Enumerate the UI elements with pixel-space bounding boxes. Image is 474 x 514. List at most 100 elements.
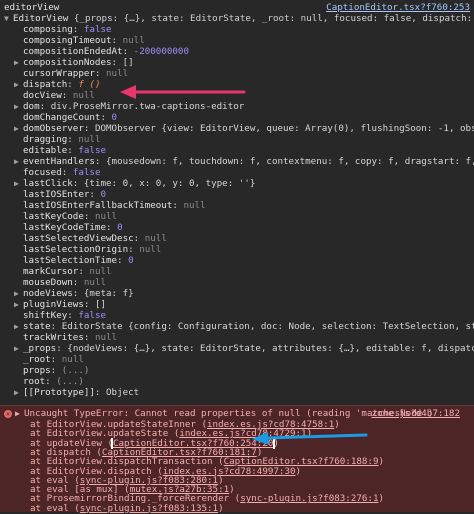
- object-type: EditorView: [13, 13, 69, 24]
- key-separator: :: [83, 211, 95, 222]
- key-separator: :: [83, 123, 95, 134]
- key-separator: :: [61, 167, 73, 178]
- property-key: composing: [23, 24, 73, 35]
- expand-triangle-icon[interactable]: ▶: [14, 288, 23, 299]
- property-key: dom: [23, 101, 40, 112]
- expand-triangle-icon[interactable]: ▶: [14, 321, 23, 332]
- property-value: DOMObserver {view: EditorView, queue: Ar…: [94, 123, 474, 134]
- property-row: lastKeyCodeTime: 0: [14, 222, 474, 233]
- property-value: []: [122, 57, 134, 68]
- property-key: lastIOSEnterFallbackTimeout: [23, 200, 173, 211]
- property-value: f (): [78, 79, 101, 90]
- property-value: null: [106, 68, 129, 79]
- property-value: EditorState {config: Configuration, doc:…: [61, 321, 474, 332]
- property-key: editable: [23, 145, 68, 156]
- expand-triangle-icon[interactable]: ▶: [14, 178, 23, 189]
- source-link[interactable]: CaptionEditor.tsx?f760:253: [326, 2, 470, 13]
- property-row[interactable]: ▶ compositionNodes: []: [14, 57, 474, 68]
- property-key: compositionNodes: [23, 57, 112, 68]
- property-row[interactable]: ▶ domObserver: DOMObserver {view: EditorV…: [14, 123, 474, 134]
- property-value: {mousedown: f, touchdown: f, contextmenu…: [106, 156, 474, 167]
- object-root-row[interactable]: ▼ EditorView {_props: {…}, state: EditorS…: [4, 13, 474, 24]
- expand-triangle-icon[interactable]: ▶: [14, 123, 23, 134]
- key-separator: :: [172, 200, 184, 211]
- property-row: lastKeyCode: null: [14, 211, 474, 222]
- property-value: false: [72, 167, 101, 178]
- key-separator: :: [78, 266, 90, 277]
- expand-triangle-icon[interactable]: ▶: [14, 156, 23, 167]
- error-source-link[interactable]: zone.js?d4b7:182: [371, 408, 460, 419]
- property-key: [[Prototype]]: [23, 387, 95, 398]
- property-value: div.ProseMirror.twa-captions-editor: [50, 101, 245, 112]
- collapse-triangle-icon[interactable]: ▶: [15, 408, 24, 419]
- property-key: mouseDown: [23, 277, 73, 288]
- property-row[interactable]: ▶ dom: div.ProseMirror.twa-captions-edito…: [14, 101, 474, 112]
- key-separator: :: [122, 46, 134, 57]
- expand-triangle-icon[interactable]: ▶: [14, 343, 23, 354]
- property-row: composing: false: [14, 24, 474, 35]
- property-row: _root: null: [14, 354, 474, 365]
- property-key: dragging: [23, 134, 68, 145]
- property-row: domChangeCount: 0: [14, 112, 474, 123]
- key-separator: :: [56, 343, 68, 354]
- log-header: editorView CaptionEditor.tsx?f760:253: [4, 2, 474, 13]
- key-separator: :: [67, 134, 79, 145]
- property-row[interactable]: ▶ dispatch: f (): [14, 79, 474, 90]
- expand-triangle-icon[interactable]: ▶: [14, 57, 23, 68]
- property-row[interactable]: ▶ nodeViews: {meta: f}: [14, 288, 474, 299]
- key-separator: :: [83, 332, 95, 343]
- key-separator: :: [72, 288, 84, 299]
- property-row[interactable]: ▶ eventHandlers: {mousedown: f, touchdown…: [14, 156, 474, 167]
- property-row: markCursor: null: [14, 266, 474, 277]
- property-key: compositionEndedAt: [23, 46, 123, 57]
- property-row: compositionEndedAt: -200000000: [14, 46, 474, 57]
- frame-source-link[interactable]: sync-plugin.js?f083:135:1: [80, 503, 218, 514]
- property-value: {time: 0, x: 0, y: 0, type: ''}: [83, 178, 256, 189]
- expand-triangle-icon[interactable]: ▶: [14, 101, 23, 112]
- key-separator: :: [111, 57, 123, 68]
- property-row: cursorWrapper: null: [14, 68, 474, 79]
- property-row[interactable]: ▶ state: EditorState {config: Configurati…: [14, 321, 474, 332]
- property-key: lastSelectionOrigin: [23, 244, 129, 255]
- key-separator: :: [133, 233, 145, 244]
- key-separator: :: [100, 112, 112, 123]
- property-row[interactable]: ▶ lastClick: {time: 0, x: 0, y: 0, type: …: [14, 178, 474, 189]
- property-key: state: [23, 321, 51, 332]
- property-key: lastIOSEnter: [23, 189, 90, 200]
- property-value: null: [72, 90, 95, 101]
- key-separator: :: [105, 222, 118, 233]
- expand-triangle-icon[interactable]: ▶: [14, 299, 23, 310]
- property-key: focused: [23, 167, 62, 178]
- property-key: shiftKey: [23, 310, 68, 321]
- key-separator: :: [50, 321, 62, 332]
- collapse-triangle-icon[interactable]: ▼: [4, 13, 13, 24]
- property-row[interactable]: ▶ _props: {nodeViews: {…}, state: EditorS…: [14, 343, 474, 354]
- property-key: composingTimeout: [23, 35, 112, 46]
- property-row: trackWrites: null: [14, 332, 474, 343]
- expand-triangle-icon[interactable]: ▶: [14, 387, 23, 398]
- property-key: dispatch: [23, 79, 68, 90]
- property-value: false: [78, 310, 107, 321]
- property-row[interactable]: ▶ pluginViews: []: [14, 299, 474, 310]
- property-row: dragging: null: [14, 134, 474, 145]
- property-row: docView: null: [14, 90, 474, 101]
- property-value: false: [83, 24, 112, 35]
- property-value: (...): [61, 365, 90, 376]
- property-value: null: [139, 244, 162, 255]
- property-key: root: [23, 376, 46, 387]
- property-value: null: [94, 332, 118, 343]
- key-separator: :: [117, 255, 129, 266]
- property-row: lastIOSEnter: 0: [14, 189, 474, 200]
- property-value: null: [183, 200, 206, 211]
- key-separator: :: [94, 156, 106, 167]
- stack-frame: at eval (sync-plugin.js?f083:135:1): [30, 503, 474, 514]
- key-separator: :: [72, 277, 84, 288]
- property-row[interactable]: ▶ [[Prototype]]: Object: [14, 387, 474, 398]
- key-separator: :: [89, 189, 101, 200]
- property-row: lastSelectionTime: 0: [14, 255, 474, 266]
- property-value: null: [144, 233, 167, 244]
- property-key: lastSelectedViewDesc: [23, 233, 134, 244]
- property-value: 0: [117, 222, 123, 233]
- expand-triangle-icon[interactable]: ▶: [14, 79, 23, 90]
- object-summary: {_props: {…}, state: EditorState, _root:…: [73, 13, 474, 24]
